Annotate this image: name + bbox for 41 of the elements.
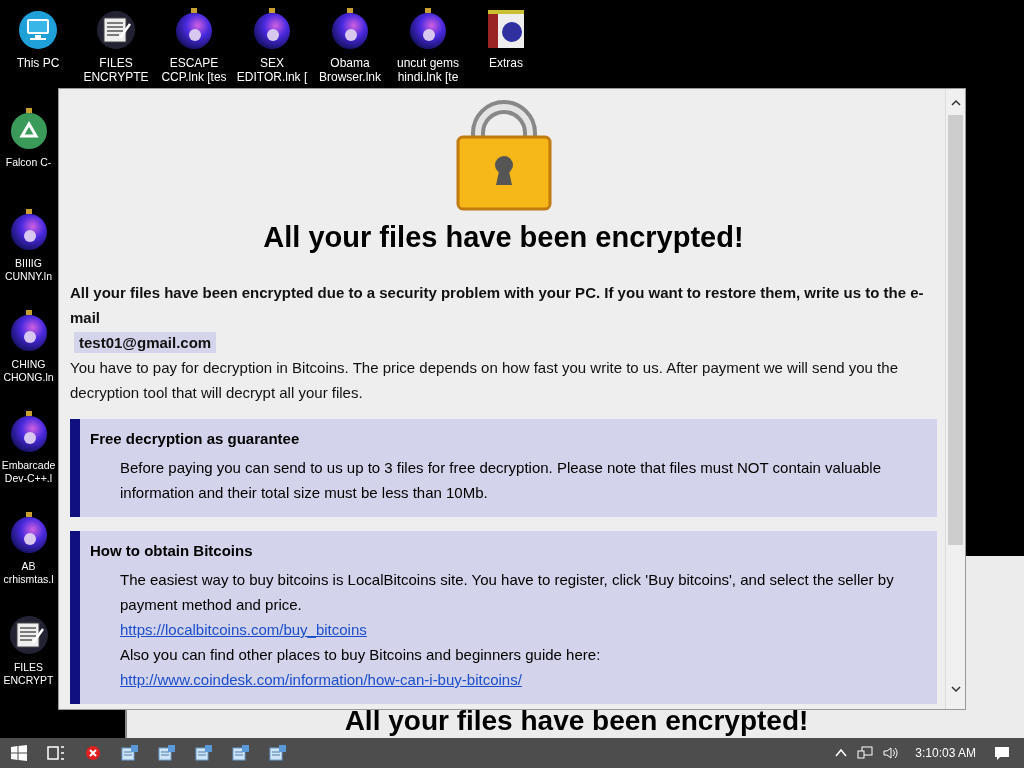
- section-text: Also you can find other places to buy Bitcoins and beginners guide here:: [120, 645, 602, 665]
- desktop-icon-label[interactable]: Embarcade Dev-C++.l: [1, 459, 56, 485]
- section-text: The easiest way to buy bitcoins is LocalBitcoins site. You have to register, click 'Buy bitcoins', and select the seller by payment method and price.: [120, 570, 895, 615]
- window-heading: All your files have been encrypted!: [344, 704, 809, 738]
- chevron-up-icon[interactable]: [835, 748, 848, 758]
- clock[interactable]: 3:10:03 AM: [915, 746, 976, 760]
- email-address: test01@gmail.com: [74, 332, 217, 353]
- scrollbar[interactable]: [945, 89, 965, 709]
- network-icon[interactable]: [857, 746, 874, 760]
- desktop-icon-label[interactable]: ESCAPE CCP.lnk [tes: [161, 56, 227, 84]
- bitcoin-link[interactable]: https://localbitcoins.com/buy_bitcoins: [120, 621, 367, 638]
- section-title: Free decryption as guarantee: [90, 429, 301, 449]
- notification-icon[interactable]: [994, 745, 1010, 761]
- app-window-icon[interactable]: [120, 744, 139, 762]
- volume-icon[interactable]: [883, 746, 900, 760]
- desktop-icon-label[interactable]: SEX EDITOR.lnk [: [236, 56, 308, 84]
- app-window-icon[interactable]: [157, 744, 176, 762]
- payment-paragraph: You have to pay for decryption in Bitcoins. The price depends on how fast you write to us. After payment we will send you the decryption tool that will decrypt all your files.: [70, 358, 899, 403]
- desktop-icon-label[interactable]: CHING CHONG.ln: [3, 358, 54, 384]
- task-view-icon[interactable]: [46, 745, 65, 761]
- padlock-icon: [455, 97, 552, 211]
- app-window-icon[interactable]: [194, 744, 213, 762]
- app-window-icon[interactable]: [231, 744, 250, 762]
- section-title: How to obtain Bitcoins: [90, 541, 254, 561]
- scrollbar-thumb[interactable]: [948, 115, 963, 545]
- desktop-icon-label[interactable]: Extras: [489, 56, 523, 70]
- desktop-icon-label[interactable]: FILES ENCRYPTE: [83, 56, 149, 84]
- windows-start-icon[interactable]: [10, 745, 27, 761]
- error-app-icon[interactable]: [84, 745, 101, 761]
- desktop-icon-label[interactable]: BIIIIG CUNNY.ln: [4, 257, 53, 283]
- section-text: Before paying you can send to us up to 3 files for free decryption. Please note that files must NOT contain valuable information and their total size must be less than 10Mb.: [120, 458, 882, 503]
- desktop-icon-label[interactable]: FILES ENCRYPT: [3, 661, 54, 687]
- scroll-down-icon[interactable]: [949, 683, 962, 695]
- note-heading: All your files have been encrypted!: [262, 221, 745, 254]
- desktop-icon-label[interactable]: Falcon C-: [5, 156, 52, 169]
- desktop-icon-label[interactable]: This PC: [16, 56, 60, 70]
- desktop-icon-label[interactable]: AB crhismtas.l: [3, 560, 54, 586]
- desktop-icon-label[interactable]: Obama Browser.lnk: [319, 56, 381, 84]
- bitcoin-link[interactable]: http://www.coindesk.com/information/how-can-i-buy-bitcoins/: [120, 671, 522, 688]
- app-window-icon[interactable]: [268, 744, 287, 762]
- desktop-icon-label[interactable]: uncut gems hindi.lnk [te: [396, 56, 459, 84]
